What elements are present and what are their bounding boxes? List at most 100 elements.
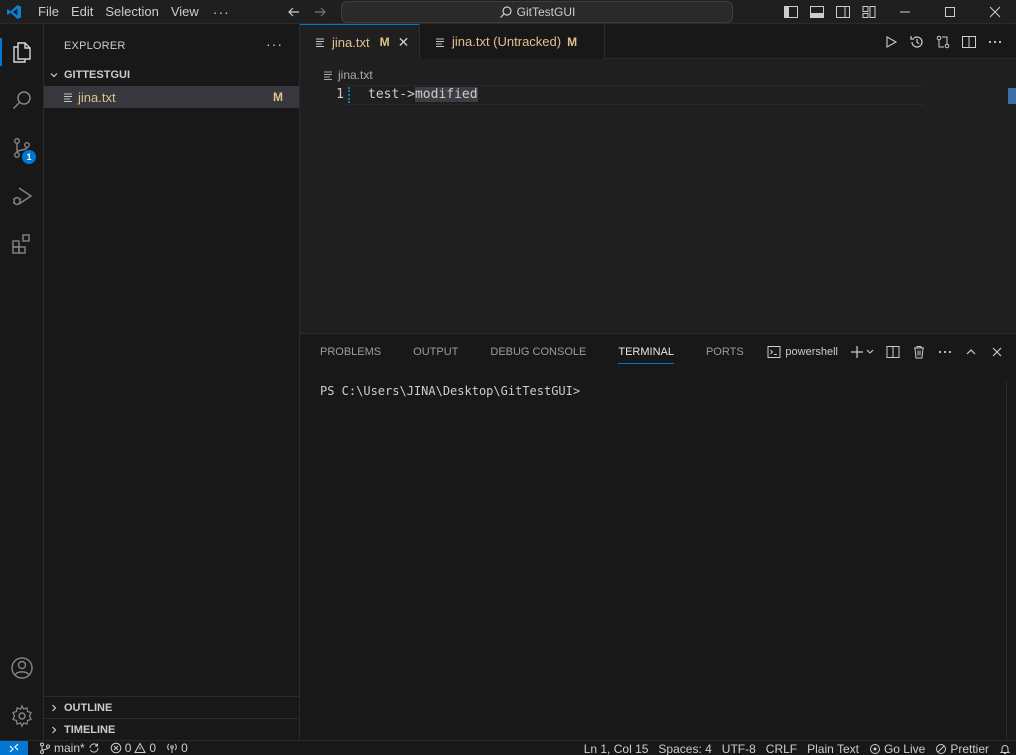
branch-name: main* [54, 741, 85, 755]
broadcast-icon [166, 742, 178, 754]
scrollbar-thumb[interactable] [1008, 88, 1016, 104]
customize-layout-icon[interactable] [856, 0, 882, 24]
remote-indicator-icon[interactable] [0, 740, 28, 755]
terminal-shell-selector[interactable]: powershell [767, 345, 838, 359]
toggle-panel-icon[interactable] [804, 0, 830, 24]
run-debug-icon[interactable] [0, 174, 44, 218]
minimize-icon[interactable] [882, 0, 928, 24]
close-icon[interactable]: ✕ [398, 34, 410, 51]
trash-icon[interactable] [906, 334, 932, 370]
outline-section-header[interactable]: OUTLINE [44, 696, 300, 718]
text-file-icon [434, 36, 446, 48]
menu-edit[interactable]: Edit [65, 0, 99, 24]
split-terminal-icon[interactable] [880, 334, 906, 370]
notifications-bell-icon[interactable] [994, 743, 1016, 755]
forward-arrow-icon[interactable] [312, 0, 328, 24]
panel-tab-debug-console[interactable]: DEBUG CONSOLE [470, 334, 598, 370]
menu-selection[interactable]: Selection [99, 0, 164, 24]
search-icon[interactable] [0, 78, 44, 122]
maximize-icon[interactable] [927, 0, 973, 24]
ports-count: 0 [181, 741, 188, 755]
panel-tab-problems[interactable]: PROBLEMS [300, 334, 393, 370]
prettier-status[interactable]: Prettier [930, 742, 994, 755]
terminal-icon [767, 345, 781, 359]
settings-gear-icon[interactable] [0, 694, 44, 738]
search-label: GitTestGUI [516, 5, 576, 19]
outline-label: OUTLINE [64, 701, 113, 714]
terminal-prompt[interactable]: PS C:\Users\JINA\Desktop\GitTestGUI> [320, 384, 580, 398]
panel-tab-terminal[interactable]: TERMINAL [598, 334, 686, 370]
timeline-section-header[interactable]: TIMELINE [44, 718, 300, 740]
code-editor[interactable]: 1 test->modified [300, 84, 1016, 332]
panel-tab-ports[interactable]: PORTS [686, 334, 756, 370]
menu-view[interactable]: View [165, 0, 205, 24]
open-changes-history-icon[interactable] [904, 24, 930, 59]
extensions-icon[interactable] [0, 222, 44, 266]
branch-status[interactable]: main* [34, 741, 105, 755]
status-bar: main* 0 0 0 Ln 1, Col 15 Spaces: 4 UTF-8… [0, 740, 1016, 755]
terminal-scrollbar[interactable] [1006, 382, 1016, 741]
encoding-status[interactable]: UTF-8 [717, 742, 761, 755]
explorer-sidebar: EXPLORER ··· GITTESTGUI jina.txt M OUTLI… [44, 24, 300, 740]
split-editor-icon[interactable] [956, 24, 982, 59]
breadcrumb[interactable]: jina.txt [322, 66, 373, 84]
account-icon[interactable] [0, 646, 44, 690]
prettier-disabled-icon [935, 743, 947, 755]
tab-jina-txt-untracked[interactable]: jina.txt (Untracked) M [420, 24, 605, 59]
source-control-icon[interactable]: 1 [0, 126, 44, 170]
tab-modified-badge: M [379, 35, 390, 49]
search-icon [499, 5, 513, 19]
more-actions-icon[interactable] [982, 24, 1008, 59]
chevron-up-icon[interactable] [958, 334, 984, 370]
explorer-title: EXPLORER [64, 40, 126, 52]
run-play-icon[interactable] [878, 24, 904, 59]
command-center-search[interactable]: GitTestGUI [341, 1, 733, 23]
text-file-icon [322, 69, 334, 81]
code-text: test-> [368, 87, 415, 102]
file-name: jina.txt [78, 89, 116, 105]
warning-count: 0 [149, 741, 157, 755]
chevron-right-icon [44, 703, 64, 713]
more-actions-icon[interactable] [932, 334, 958, 370]
menu-file[interactable]: File [32, 0, 65, 24]
explorer-more-button[interactable]: ··· [266, 36, 283, 52]
toggle-secondary-sidebar-icon[interactable] [830, 0, 856, 24]
error-count: 0 [124, 741, 132, 755]
folder-header-gittestgui[interactable]: GITTESTGUI [44, 64, 300, 86]
panel-tab-output[interactable]: OUTPUT [393, 334, 470, 370]
selected-code-text: modified [414, 87, 478, 102]
vscode-logo-icon [0, 0, 28, 24]
close-panel-icon[interactable] [984, 334, 1010, 370]
close-window-icon[interactable] [972, 0, 1016, 24]
editor-tab-bar: jina.txt M ✕ jina.txt (Untracked) M [300, 24, 1016, 59]
ports-status[interactable]: 0 [161, 741, 193, 755]
broadcast-icon [869, 743, 881, 755]
menu-more-button[interactable]: ··· [205, 0, 238, 24]
tab-modified-badge: M [567, 34, 578, 49]
problems-status[interactable]: 0 0 [105, 741, 161, 755]
file-row-jina-txt[interactable]: jina.txt M [44, 86, 299, 108]
cursor-position[interactable]: Ln 1, Col 15 [579, 742, 654, 755]
language-mode[interactable]: Plain Text [802, 742, 864, 755]
toggle-primary-sidebar-icon[interactable] [778, 0, 804, 24]
compare-changes-icon[interactable] [930, 24, 956, 59]
error-icon [110, 742, 122, 754]
indentation-status[interactable]: Spaces: 4 [653, 742, 716, 755]
chevron-right-icon [44, 725, 64, 735]
breadcrumb-file[interactable]: jina.txt [338, 68, 373, 82]
explorer-files-icon[interactable] [0, 30, 44, 74]
activity-bar: 1 [0, 24, 44, 740]
bottom-panel: PROBLEMS OUTPUT DEBUG CONSOLE TERMINAL P… [300, 333, 1016, 741]
timeline-label: TIMELINE [64, 723, 116, 736]
modified-line-gutter-marker[interactable] [348, 87, 350, 103]
new-terminal-plus-icon[interactable] [846, 334, 880, 370]
eol-status[interactable]: CRLF [761, 742, 802, 755]
prettier-label: Prettier [950, 741, 989, 755]
code-line[interactable]: test->modified [368, 87, 478, 102]
git-branch-icon [39, 742, 51, 754]
back-arrow-icon[interactable] [286, 0, 302, 24]
tab-jina-txt[interactable]: jina.txt M ✕ [300, 24, 420, 59]
go-live-button[interactable]: Go Live [864, 742, 930, 755]
line-number: 1 [336, 87, 344, 102]
sync-icon[interactable] [88, 742, 100, 754]
